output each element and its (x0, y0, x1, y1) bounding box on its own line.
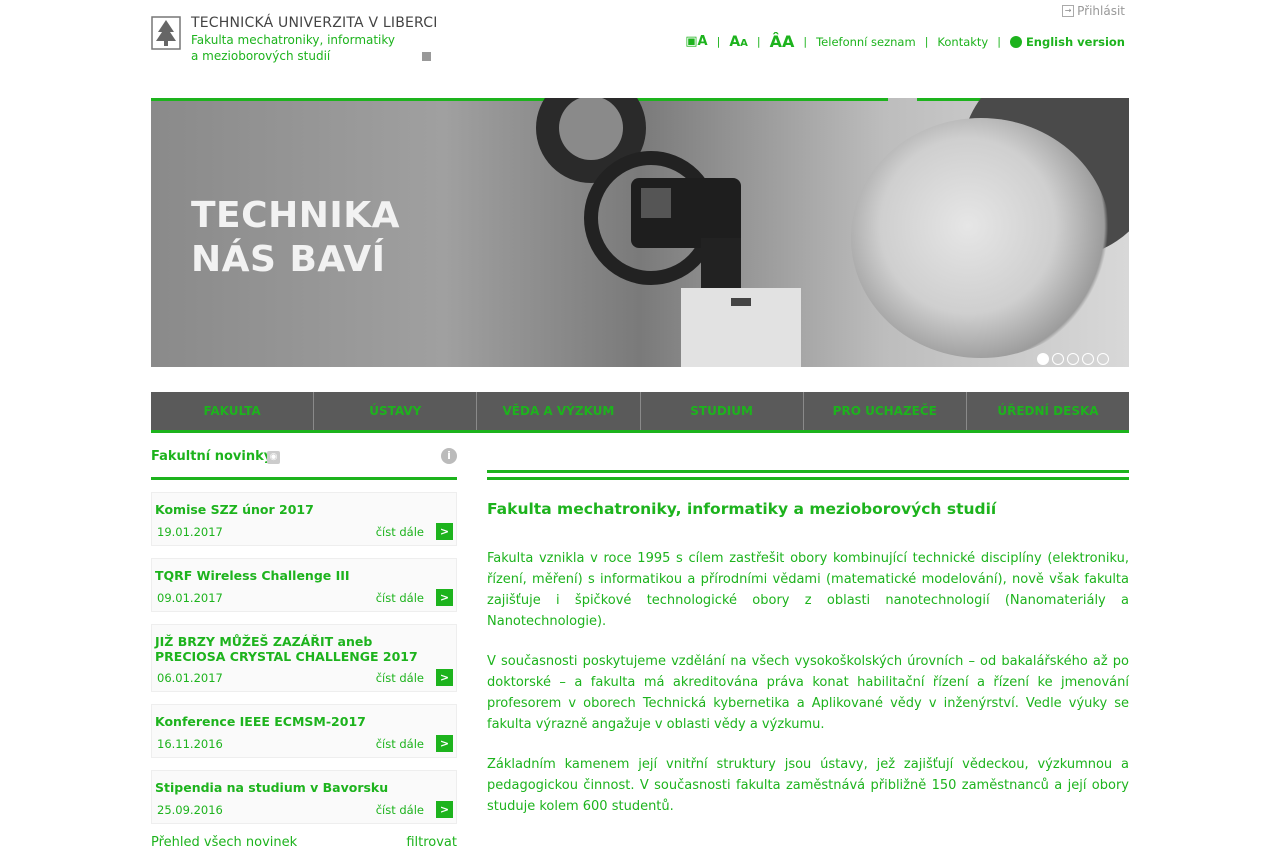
news-item[interactable]: JIŽ BRZY MŮŽEŠ ZAZÁŘIT aneb PRECIOSA CRY… (151, 624, 457, 692)
read-more-link[interactable]: číst dále (376, 737, 424, 751)
divider (487, 477, 1129, 480)
arrow-right-icon[interactable]: > (436, 735, 453, 752)
nav-item-fakulta[interactable]: FAKULTA (151, 392, 315, 430)
contacts-link[interactable]: Kontakty (937, 35, 988, 49)
login-label: Přihlásit (1077, 4, 1125, 18)
english-version-label: English version (1025, 34, 1125, 49)
separator: | (924, 35, 929, 48)
all-news-link[interactable]: Přehled všech novinek (151, 835, 297, 850)
arrow-right-icon[interactable]: > (436, 801, 453, 818)
logo-square (422, 52, 431, 61)
main-content: Fakulta mechatroniky, informatiky a mezi… (487, 470, 1129, 836)
page: TECHNICKÁ UNIVERZITA V LIBERCI Fakulta m… (151, 0, 1129, 850)
separator: | (997, 35, 1001, 48)
university-name: TECHNICKÁ UNIVERZITA V LIBERCI (191, 15, 438, 31)
globe-icon (1009, 36, 1022, 48)
tree-logo-icon (151, 16, 181, 50)
news-header: Fakultní novinky ◉ i (151, 447, 457, 480)
separator: | (803, 35, 808, 48)
slogan-line-2: NÁS BAVÍ (191, 239, 386, 280)
font-size-small-button[interactable]: ▣A (685, 34, 707, 49)
main-navigation: FAKULTA ÚSTAVY VĚDA A VÝZKUM STUDIUM PRO… (151, 392, 1129, 433)
news-item[interactable]: TQRF Wireless Challenge III 09.01.2017 č… (151, 558, 457, 612)
font-size-normal-button[interactable]: AA (729, 34, 748, 50)
news-item[interactable]: Konference IEEE ECMSM-2017 16.11.2016 čí… (151, 704, 457, 758)
slider-dot-3[interactable] (1067, 353, 1079, 365)
university-logo[interactable]: TECHNICKÁ UNIVERZITA V LIBERCI Fakulta m… (151, 14, 441, 66)
news-item-date: 09.01.2017 (157, 591, 223, 605)
news-item-title[interactable]: Komise SZZ únor 2017 (155, 502, 314, 517)
font-size-large-button[interactable]: ÂA (770, 32, 795, 51)
news-item[interactable]: Komise SZZ únor 2017 19.01.2017 číst dál… (151, 492, 457, 546)
nav-item-studium[interactable]: STUDIUM (641, 392, 804, 430)
faculty-name-line1: Fakulta mechatroniky, informatiky (191, 33, 396, 47)
person-face-image (851, 118, 1111, 358)
faculty-name-line2: a mezioborových studií (191, 49, 331, 63)
hero-banner[interactable]: TECHNIKA NÁS BAVÍ (151, 98, 1129, 367)
arrow-right-icon[interactable]: > (436, 589, 453, 606)
news-item-date: 19.01.2017 (157, 525, 223, 539)
news-item-date: 06.01.2017 (157, 671, 223, 685)
read-more-link[interactable]: číst dále (376, 591, 424, 605)
intro-paragraph-1: Fakulta vznikla v roce 1995 s cílem zast… (487, 551, 1129, 629)
page-heading: Fakulta mechatroniky, informatiky a mezi… (487, 500, 997, 518)
separator: | (716, 35, 721, 48)
news-item-title[interactable]: Konference IEEE ECMSM-2017 (155, 714, 366, 729)
news-item-title[interactable]: TQRF Wireless Challenge III (155, 568, 350, 583)
arrow-right-icon[interactable]: > (436, 669, 453, 686)
slider-dot-4[interactable] (1082, 353, 1094, 365)
news-item-title[interactable]: Stipendia na studium v Bavorsku (155, 780, 388, 795)
slider-dot-2[interactable] (1052, 353, 1064, 365)
intro-paragraph-3: Základním kamenem její vnitřní struktury… (487, 757, 1129, 814)
nav-item-uredni-deska[interactable]: ÚŘEDNÍ DESKA (967, 392, 1129, 430)
robot-arm-image (536, 98, 801, 367)
news-panel: Fakultní novinky ◉ i Komise SZZ únor 201… (151, 447, 457, 850)
nav-item-pro-uchazece[interactable]: PRO UCHAZEČE (804, 392, 967, 430)
slider-dot-5[interactable] (1097, 353, 1109, 365)
banner-slogan: TECHNIKA NÁS BAVÍ (191, 194, 400, 282)
news-item-date: 16.11.2016 (157, 737, 223, 751)
intro-paragraph-2: V současnosti poskytujeme vzdělání na vš… (487, 654, 1129, 732)
news-item-date: 25.09.2016 (157, 803, 223, 817)
read-more-link[interactable]: číst dále (376, 671, 424, 685)
rss-icon[interactable]: ◉ (267, 451, 280, 464)
info-icon[interactable]: i (441, 448, 457, 464)
login-icon: → (1062, 5, 1075, 17)
top-links: ▣A | AA | ÂA | Telefonní seznam | Kontak… (685, 32, 1125, 51)
english-version-link[interactable]: English version (1009, 34, 1125, 49)
news-item[interactable]: Stipendia na studium v Bavorsku 25.09.20… (151, 770, 457, 824)
read-more-link[interactable]: číst dále (376, 803, 424, 817)
slider-dots (1037, 353, 1109, 365)
news-item-title[interactable]: JIŽ BRZY MŮŽEŠ ZAZÁŘIT aneb PRECIOSA CRY… (155, 634, 445, 664)
nav-item-veda-a-vyzkum[interactable]: VĚDA A VÝZKUM (477, 392, 641, 430)
login-link[interactable]: → Přihlásit (1062, 4, 1125, 18)
nav-item-ustavy[interactable]: ÚSTAVY (314, 392, 478, 430)
filter-link[interactable]: filtrovat (406, 835, 457, 850)
separator: | (756, 35, 761, 48)
arrow-right-icon[interactable]: > (436, 523, 453, 540)
divider (487, 470, 1129, 473)
slogan-line-1: TECHNIKA (191, 195, 400, 236)
read-more-link[interactable]: číst dále (376, 525, 424, 539)
slider-dot-1[interactable] (1037, 353, 1049, 365)
news-title: Fakultní novinky (151, 449, 273, 464)
phonebook-link[interactable]: Telefonní seznam (816, 35, 916, 49)
